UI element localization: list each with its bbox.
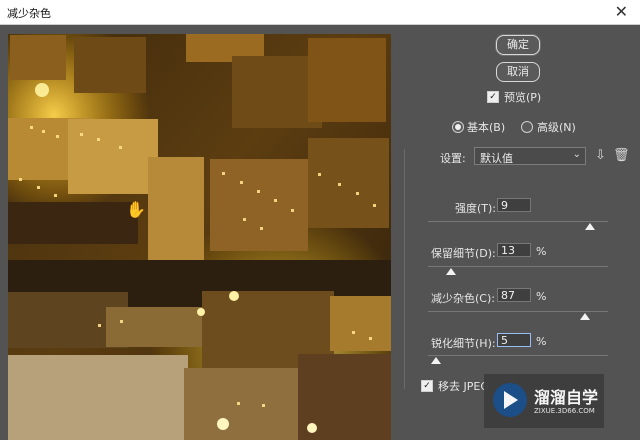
panel-divider — [404, 149, 405, 389]
chevron-down-icon: ⌄ — [572, 149, 581, 160]
sharpen-details-input[interactable]: 5 — [497, 333, 531, 347]
sharpen-details-unit: % — [536, 335, 547, 348]
sharpen-details-slider-track[interactable] — [428, 355, 608, 356]
basic-mode-radio[interactable] — [452, 121, 464, 133]
hand-cursor-icon: ✋ — [126, 200, 146, 219]
cancel-button[interactable]: 取消 — [496, 62, 540, 82]
remove-jpeg-label: 移去 JPEG — [438, 380, 489, 393]
preserve-details-label: 保留细节(D): — [431, 247, 496, 260]
save-settings-icon[interactable]: ⇩ — [595, 148, 606, 163]
reduce-noise-slider-thumb[interactable] — [580, 313, 590, 320]
reduce-noise-slider-track[interactable] — [428, 311, 608, 312]
settings-value: 默认值 — [480, 152, 513, 165]
preserve-details-slider-thumb[interactable] — [446, 268, 456, 275]
close-icon[interactable]: ✕ — [615, 2, 628, 21]
preserve-details-input[interactable]: 13 — [497, 243, 531, 257]
remove-jpeg-checkbox[interactable]: ✓ — [421, 380, 433, 392]
reduce-noise-label: 减少杂色(C): — [431, 292, 495, 305]
ok-button[interactable]: 确定 — [496, 35, 540, 55]
strength-slider-thumb[interactable] — [585, 223, 595, 230]
preview-label: 预览(P) — [504, 91, 542, 104]
preview-checkbox[interactable]: ✓ — [487, 91, 499, 103]
strength-slider-track[interactable] — [428, 221, 608, 222]
settings-dropdown[interactable]: 默认值 ⌄ — [474, 147, 586, 165]
city-night-photo — [8, 34, 391, 440]
watermark: 溜溜自学 ZIXUE.3D66.COM — [484, 374, 604, 428]
watermark-site: ZIXUE.3D66.COM — [534, 407, 595, 415]
preview-image[interactable]: ✋ — [8, 34, 391, 440]
trash-icon[interactable]: 🗑 — [613, 148, 630, 163]
strength-input[interactable]: 9 — [497, 198, 531, 212]
preserve-details-unit: % — [536, 245, 547, 258]
reduce-noise-unit: % — [536, 290, 547, 303]
settings-label: 设置: — [440, 152, 466, 165]
window-titlebar: 减少杂色 ✕ — [0, 0, 640, 25]
sharpen-details-slider-thumb[interactable] — [431, 357, 441, 364]
play-logo-icon — [493, 383, 527, 417]
watermark-title: 溜溜自学 — [534, 388, 599, 407]
basic-mode-label: 基本(B) — [467, 121, 506, 134]
sharpen-details-label: 锐化细节(H): — [431, 337, 496, 350]
advanced-mode-label: 高级(N) — [537, 121, 576, 134]
advanced-mode-radio[interactable] — [521, 121, 533, 133]
reduce-noise-input[interactable]: 87 — [497, 288, 531, 302]
strength-label: 强度(T): — [455, 202, 497, 215]
window-title: 减少杂色 — [7, 7, 51, 20]
preserve-details-slider-track[interactable] — [428, 266, 608, 267]
